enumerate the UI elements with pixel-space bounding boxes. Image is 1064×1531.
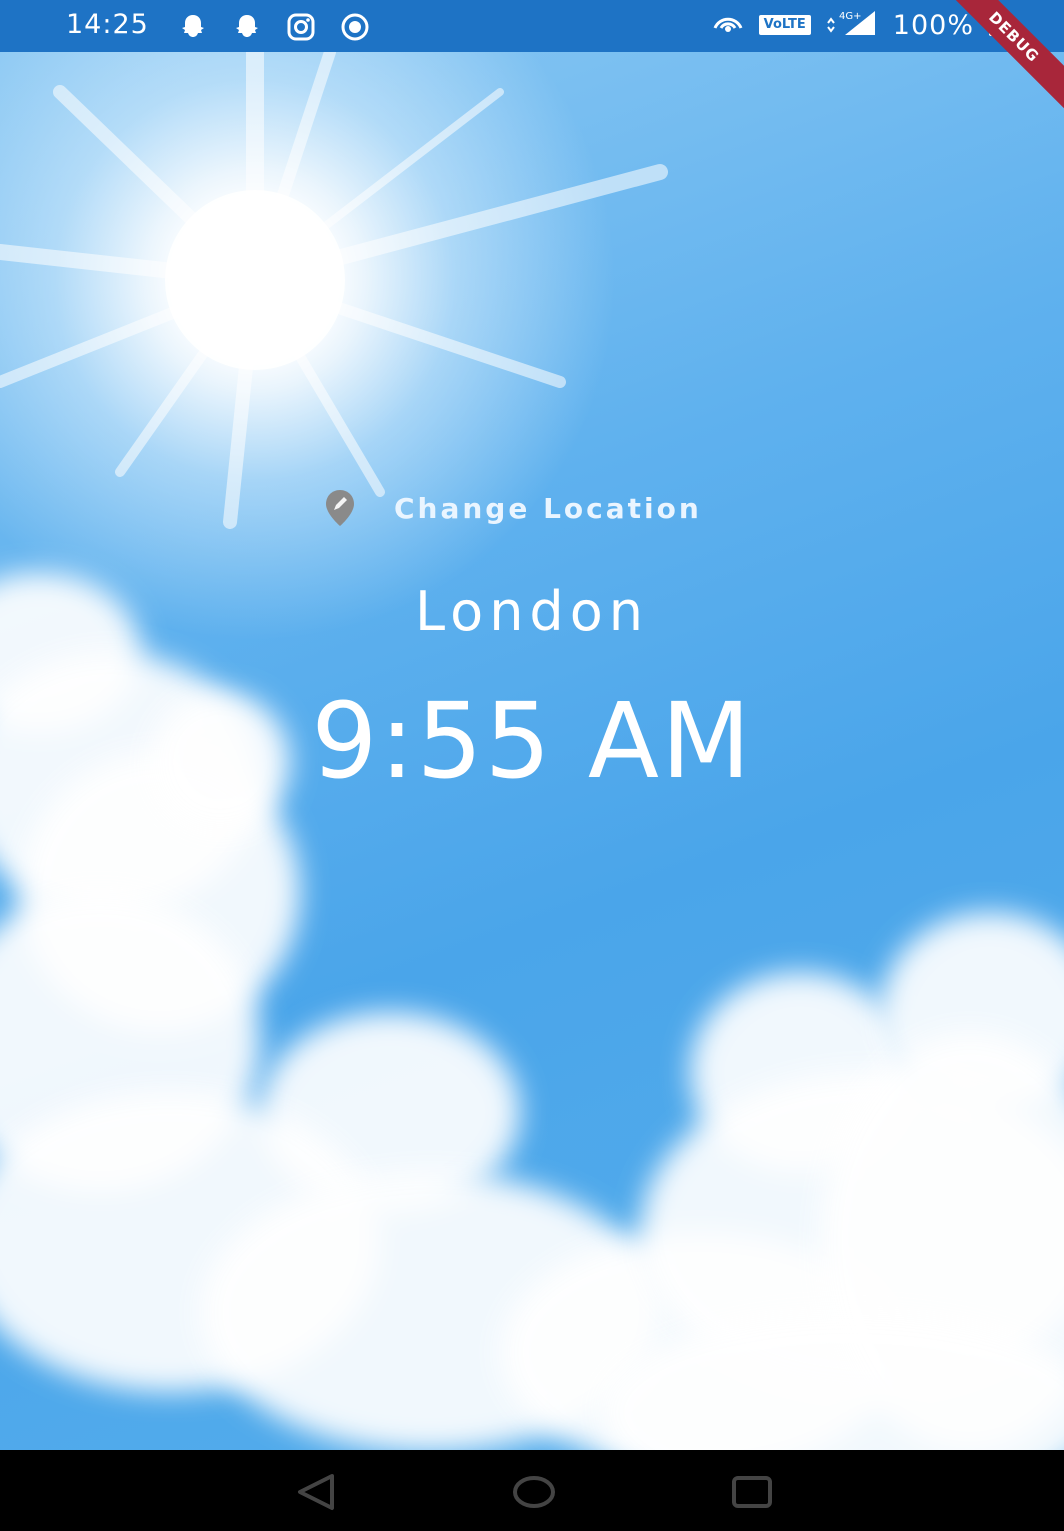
battery-percent: 100% — [892, 9, 974, 41]
screen: 14:25 VoLTE 4G+ 100% DEBUG Change Locati… — [0, 0, 1064, 1531]
status-bar: 14:25 VoLTE 4G+ 100% — [0, 0, 1064, 52]
instagram-icon — [284, 10, 318, 44]
recents-icon — [732, 1476, 772, 1508]
edit-location-icon — [320, 488, 360, 528]
recents-button[interactable] — [730, 1470, 774, 1514]
signal-icon: 4G+ — [825, 9, 879, 41]
status-time: 14:25 — [66, 9, 149, 40]
snapchat-icon — [176, 10, 210, 44]
status-right: VoLTE 4G+ 100% — [711, 9, 1006, 41]
volte-badge: VoLTE — [758, 15, 811, 35]
svg-text:4G+: 4G+ — [839, 11, 862, 22]
navigation-bar — [0, 1450, 1064, 1531]
sun-rays — [0, 52, 668, 529]
home-icon — [513, 1476, 555, 1508]
change-location-label: Change Location — [394, 491, 702, 525]
hotspot-icon — [711, 10, 745, 40]
change-location-button[interactable]: Change Location — [320, 488, 702, 528]
back-button[interactable] — [294, 1470, 338, 1514]
snapchat-icon — [230, 10, 264, 44]
home-button[interactable] — [512, 1470, 556, 1514]
notification-icons — [176, 10, 372, 44]
record-icon — [338, 10, 372, 44]
local-time: 9:55 AM — [311, 680, 753, 802]
back-icon — [298, 1474, 334, 1510]
city-name: London — [415, 580, 649, 643]
